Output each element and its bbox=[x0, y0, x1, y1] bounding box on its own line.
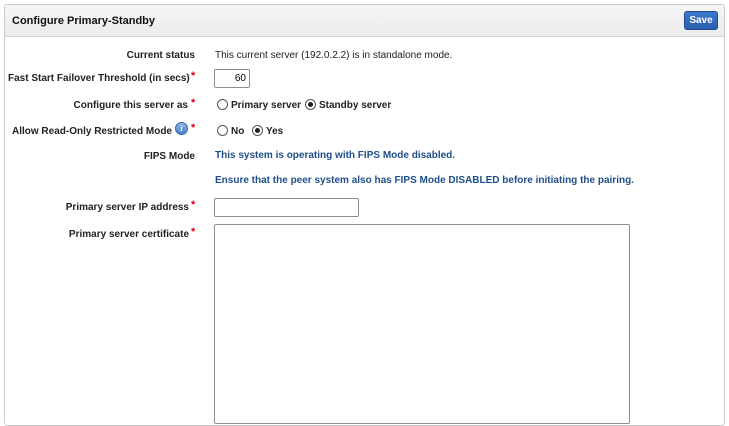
read-only-no-radio[interactable] bbox=[217, 125, 228, 136]
fips-mode-message: This system is operating with FIPS Mode … bbox=[215, 150, 456, 161]
read-only-yes-label[interactable]: Yes bbox=[266, 126, 283, 137]
read-only-yes-radio[interactable] bbox=[252, 125, 263, 136]
panel-header: Configure Primary-Standby Save bbox=[5, 5, 724, 37]
primary-ip-label: Primary server IP address bbox=[65, 202, 189, 213]
read-only-no-label[interactable]: No bbox=[231, 126, 244, 137]
primary-ip-input[interactable] bbox=[214, 198, 359, 217]
standby-server-radio[interactable] bbox=[305, 99, 316, 110]
info-icon[interactable]: i bbox=[175, 122, 188, 135]
required-marker: * bbox=[191, 122, 196, 134]
failover-threshold-input[interactable] bbox=[214, 69, 250, 88]
failover-threshold-label: Fast Start Failover Threshold (in secs) bbox=[8, 73, 190, 84]
primary-cert-textarea[interactable] bbox=[214, 224, 630, 424]
current-status-value: This current server (192.0.2.2) is in st… bbox=[215, 50, 453, 61]
required-marker: * bbox=[191, 97, 196, 109]
primary-server-option-label[interactable]: Primary server bbox=[231, 100, 301, 111]
configure-as-label: Configure this server as bbox=[73, 100, 188, 111]
required-marker: * bbox=[191, 199, 196, 211]
primary-server-radio[interactable] bbox=[217, 99, 228, 110]
save-button[interactable]: Save bbox=[684, 11, 718, 30]
fips-mode-label: FIPS Mode bbox=[143, 151, 195, 162]
read-only-mode-label: Allow Read-Only Restricted Mode bbox=[11, 126, 172, 137]
panel-title: Configure Primary-Standby bbox=[12, 15, 156, 27]
standby-server-option-label[interactable]: Standby server bbox=[319, 100, 391, 111]
required-marker: * bbox=[191, 70, 196, 82]
fips-mode-note: Ensure that the peer system also has FIP… bbox=[215, 175, 634, 186]
primary-cert-label: Primary server certificate bbox=[68, 229, 189, 240]
current-status-label: Current status bbox=[126, 50, 195, 61]
required-marker: * bbox=[191, 226, 196, 238]
